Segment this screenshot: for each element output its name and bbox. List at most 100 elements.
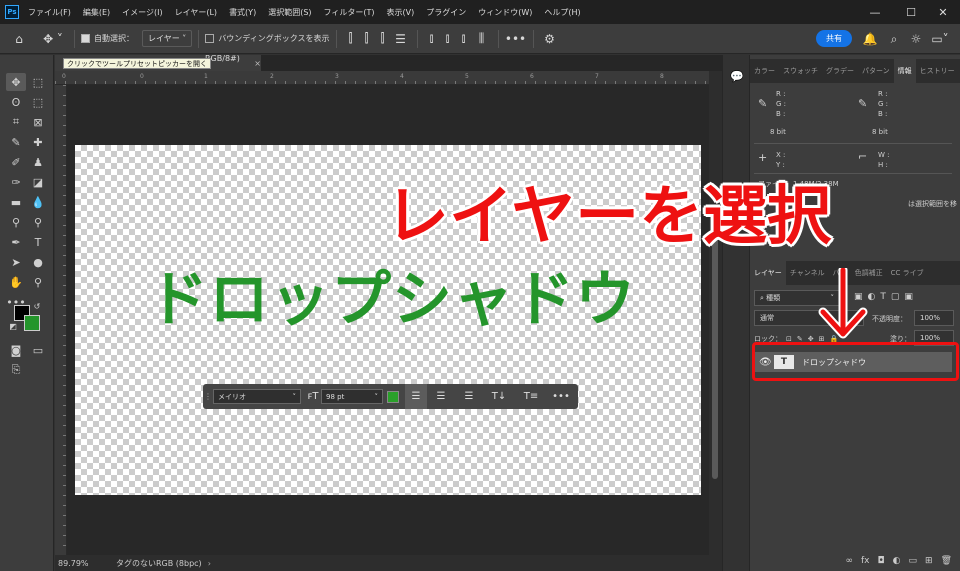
history-brush-tool-icon[interactable]: ✑ [6,173,26,191]
align-left-icon[interactable]: ⫿ [343,24,359,54]
menu-layer[interactable]: レイヤー(L) [175,7,217,18]
tab-swatches[interactable]: スウォッチ [779,59,822,83]
menu-view[interactable]: 表示(V) [387,7,415,18]
text-orientation-icon[interactable]: T↓ [483,384,515,409]
document-info[interactable]: タグのないRGB (8bpc) [116,558,202,569]
background-color-swatch[interactable] [24,315,40,331]
align-left-text-icon[interactable]: ☰ [405,384,427,409]
character-panel-icon[interactable]: T≡ [515,384,547,409]
gradient-tool-icon[interactable]: ▬ [6,193,26,211]
align-center-icon[interactable]: ⫿ [359,24,375,54]
marquee-tool-icon[interactable]: ⬚ [28,73,48,91]
bell-icon[interactable]: 🔔 [862,24,878,54]
workspace-icon[interactable]: ▭˅ [931,24,948,54]
frame-tool-icon[interactable]: ⊠ [28,113,48,131]
quick-mask-icon[interactable]: ◙ [6,341,26,359]
swap-colors-icon[interactable]: ↺ [32,301,42,311]
tab-gradients[interactable]: グラデー [822,59,858,83]
trash-icon[interactable]: 🗑 [941,556,952,566]
burn-tool-icon[interactable]: ⚲ [28,213,48,231]
move-tool-preset-icon[interactable]: ✥ ˅ [38,24,68,54]
adjustment-layer-icon[interactable]: ◐ [893,556,901,566]
tab-color[interactable]: カラー [750,59,779,83]
canvas-text-layer[interactable]: ドロップシャドウ [148,270,636,330]
selection-size-icon: ⌐ [858,150,868,163]
align-top-icon[interactable]: ⫾ [424,24,440,54]
path-select-tool-icon[interactable]: ➤ [6,253,26,271]
distribute-vertical-icon[interactable]: ⫼ [472,24,492,54]
default-colors-icon[interactable]: ◩ [8,321,18,331]
lasso-tool-icon[interactable]: ʘ [6,93,26,111]
text-color-swatch[interactable] [387,390,399,403]
maximize-button[interactable]: ☐ [894,0,928,24]
align-right-text-icon[interactable]: ☰ [455,384,483,409]
tab-patterns[interactable]: パターン [858,59,894,83]
menu-file[interactable]: ファイル(F) [28,7,71,18]
more-text-options-icon[interactable]: ••• [547,384,575,409]
add-mask-icon[interactable]: ◘ [878,556,885,566]
move-tool-icon[interactable]: ✥ [6,73,26,91]
menu-window[interactable]: ウィンドウ(W) [478,7,532,18]
opacity-input[interactable]: 100% [914,310,954,326]
healing-brush-tool-icon[interactable]: ✚ [28,133,48,151]
distribute-icon[interactable]: ☰ [391,24,411,54]
screen-mode-icon[interactable]: ▭ [28,341,48,359]
blur-tool-icon[interactable]: 💧 [28,193,48,211]
tab-info[interactable]: 情報 [893,59,916,83]
new-group-icon[interactable]: ▭ [909,556,918,566]
close-tab-icon[interactable]: × [254,59,261,68]
menu-help[interactable]: ヘルプ(H) [544,7,580,18]
menu-select[interactable]: 選択範囲(S) [268,7,311,18]
status-menu-icon[interactable]: › [208,559,211,568]
type-tool-icon[interactable]: T [28,233,48,251]
menu-edit[interactable]: 編集(E) [83,7,110,18]
zoom-level[interactable]: 89.79% [58,559,114,568]
zoom-tool-icon[interactable]: ⚲ [28,273,48,291]
pen-tool-icon[interactable]: ✒ [6,233,26,251]
dodge-tool-icon[interactable]: ⚲ [6,213,26,231]
share-button[interactable]: 共有 [816,30,852,47]
tab-cc-libraries[interactable]: CC ライブ [887,261,928,285]
crop-tool-icon[interactable]: ⌗ [6,113,26,131]
horizontal-ruler[interactable] [55,71,709,85]
drag-handle-icon[interactable]: ⋮ [203,384,213,409]
hand-tool-icon[interactable]: ✋ [6,273,26,291]
tab-history[interactable]: ヒストリー [916,59,959,83]
ruler-label: 7 [595,73,599,80]
link-layers-icon[interactable]: ∞ [846,556,854,566]
font-size-dropdown[interactable]: 98 pt ˅ [321,389,383,404]
menu-image[interactable]: イメージ(I) [122,7,162,18]
tab-layers[interactable]: レイヤー [750,261,786,285]
brush-tool-icon[interactable]: ✐ [6,153,26,171]
object-select-tool-icon[interactable]: ⬚ [28,93,48,111]
font-family-dropdown[interactable]: メイリオ ˅ [213,389,301,404]
comments-icon[interactable]: 💬 [727,67,747,85]
vertical-scroll-thumb[interactable] [712,219,718,479]
menu-plugins[interactable]: プラグイン [426,7,466,18]
align-center-text-icon[interactable]: ☰ [427,384,455,409]
eyedropper-tool-icon[interactable]: ✎ [6,133,26,151]
align-bottom-icon[interactable]: ⫾ [456,24,472,54]
align-middle-icon[interactable]: ⫾ [440,24,456,54]
vertical-scrollbar[interactable] [709,71,722,555]
bounding-box-checkbox[interactable] [205,34,215,43]
close-window-button[interactable]: ✕ [926,0,960,24]
ellipse-tool-icon[interactable]: ● [28,253,48,271]
fx-icon[interactable]: fx [861,556,870,566]
vertical-ruler[interactable] [55,85,67,555]
more-options-button[interactable]: ••• [505,24,527,54]
settings-icon[interactable]: ⚙ [540,24,560,54]
auto-select-dropdown[interactable]: レイヤー ˅ [142,30,193,47]
new-layer-icon[interactable]: ⊞ [925,556,933,566]
discover-icon[interactable]: ☼ [908,24,924,54]
menu-type[interactable]: 書式(Y) [229,7,256,18]
minimize-button[interactable]: — [858,0,892,24]
auto-select-checkbox[interactable] [81,34,90,43]
share-image-icon[interactable]: ⎘ [6,361,26,379]
menu-filter[interactable]: フィルター(T) [324,7,375,18]
eraser-tool-icon[interactable]: ◪ [28,173,48,191]
clone-stamp-tool-icon[interactable]: ♟ [28,153,48,171]
align-right-icon[interactable]: ⫿ [375,24,391,54]
search-icon[interactable]: ⌕ [886,24,902,54]
home-icon[interactable]: ⌂ [0,24,38,54]
